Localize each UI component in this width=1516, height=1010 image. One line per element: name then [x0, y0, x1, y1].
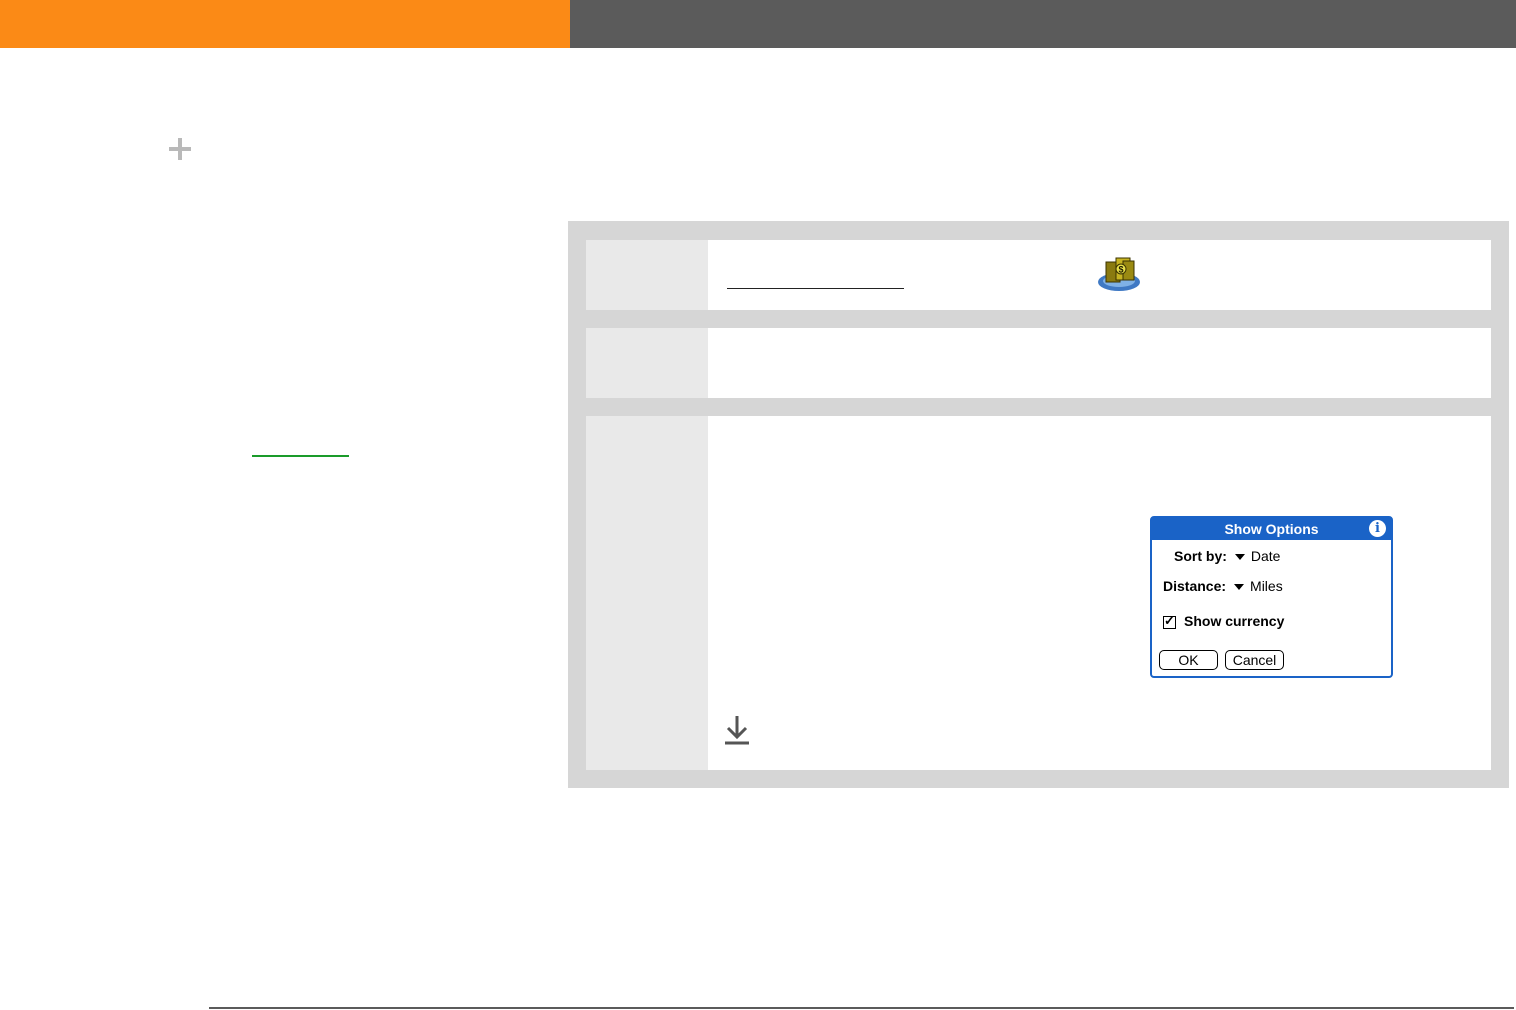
footer-divider — [209, 1007, 1514, 1009]
svg-text:$: $ — [1118, 265, 1123, 275]
plus-icon[interactable] — [169, 138, 191, 160]
step-link[interactable] — [727, 288, 904, 289]
show-options-dialog: Show Options i Sort by: Date Distance: Mil… — [1150, 516, 1393, 678]
distance-dropdown[interactable]: Miles — [1250, 578, 1283, 594]
sort-label: Sort by: — [1174, 548, 1227, 564]
sort-dropdown[interactable]: Date — [1251, 548, 1281, 564]
show-currency-label: Show currency — [1184, 613, 1285, 629]
ok-button[interactable]: OK — [1159, 650, 1218, 670]
step-number-cell — [586, 328, 708, 398]
distance-label: Distance: — [1163, 578, 1227, 594]
dropdown-arrow-icon[interactable] — [1234, 553, 1245, 560]
sidebar-link[interactable] — [252, 455, 349, 457]
dropdown-arrow-icon[interactable] — [1234, 583, 1245, 590]
step-1 — [586, 240, 1491, 310]
show-currency-checkbox[interactable] — [1163, 613, 1176, 629]
sort-row: Sort by: Date — [1174, 548, 1280, 564]
distance-row: Distance: Miles — [1163, 578, 1283, 594]
step-2 — [586, 328, 1491, 398]
cancel-button[interactable]: Cancel — [1225, 650, 1284, 670]
step-number-cell — [586, 416, 708, 770]
info-icon[interactable]: i — [1369, 520, 1386, 537]
download-arrow-icon — [725, 716, 749, 745]
currency-row: Show currency — [1163, 613, 1284, 629]
header-bar — [570, 0, 1516, 48]
dialog-title: Show Options — [1152, 518, 1391, 540]
step-number-cell — [586, 240, 708, 310]
header-accent-bar — [0, 0, 570, 48]
expense-app-icon: $ — [1098, 257, 1140, 291]
